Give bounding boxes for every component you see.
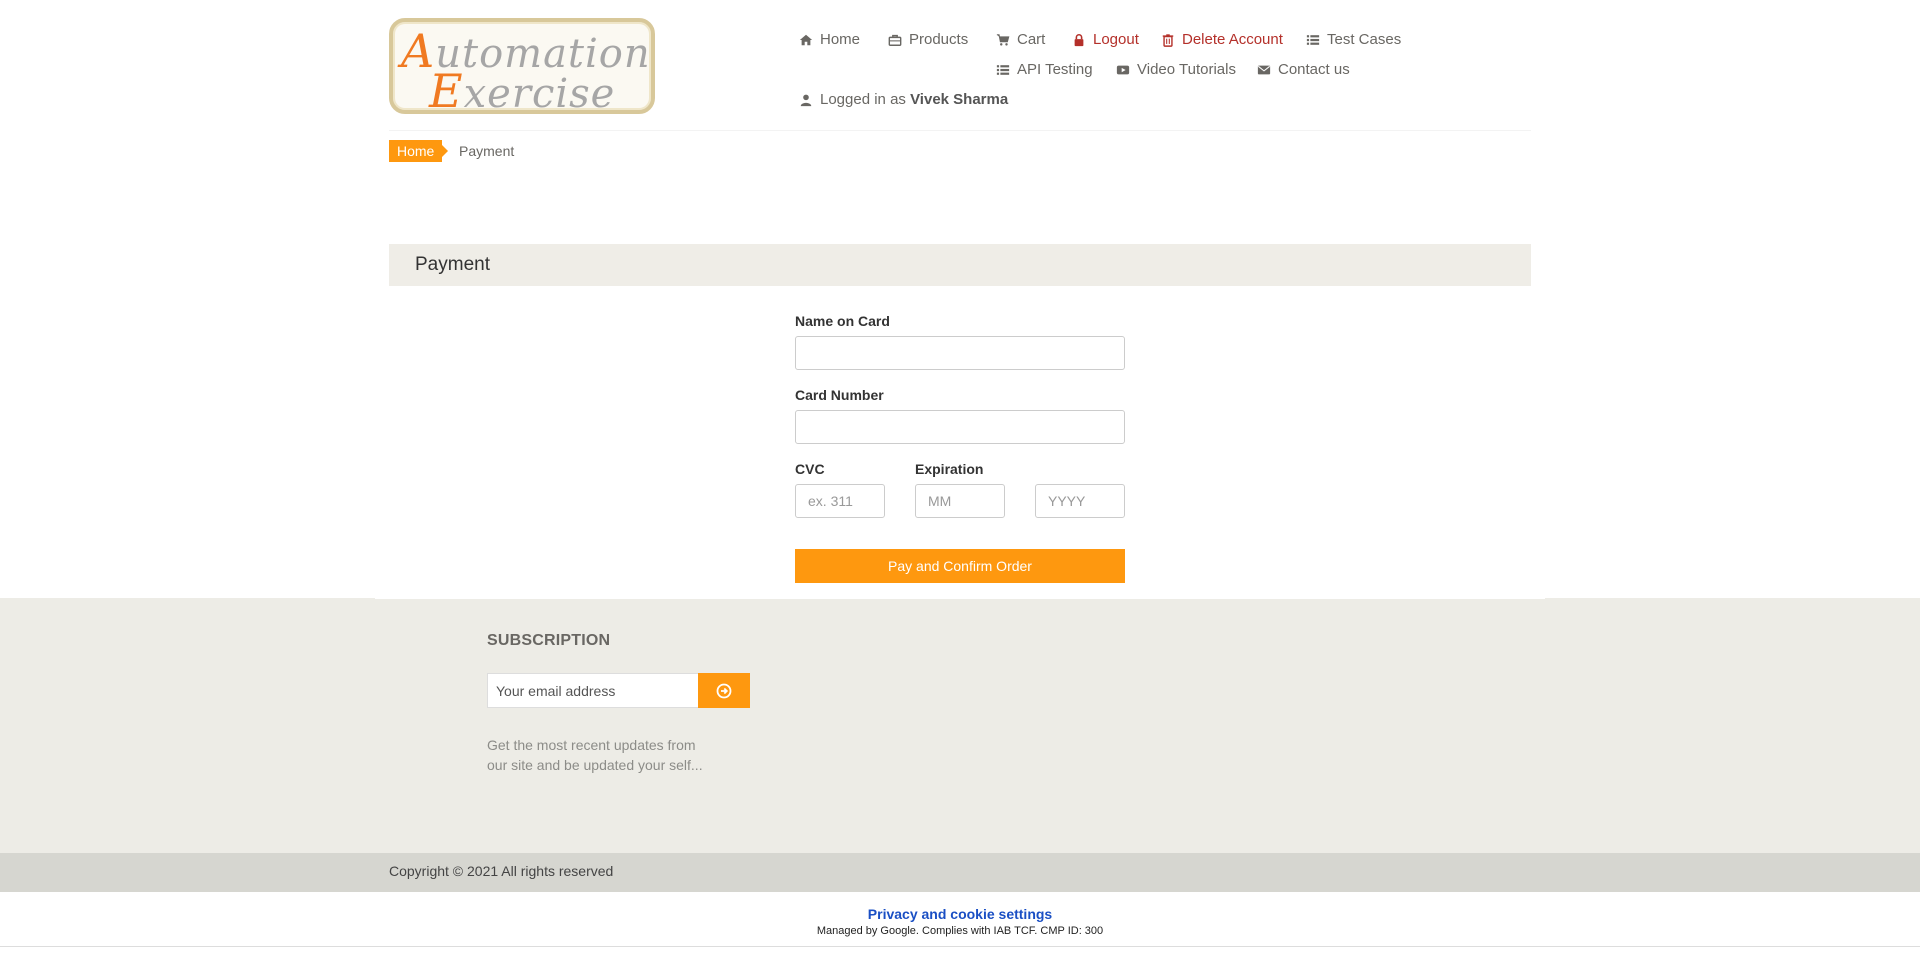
privacy-settings-link[interactable]: Privacy and cookie settings (0, 906, 1920, 922)
site-logo[interactable]: Automation Exercise (389, 18, 655, 118)
footer-bottom-bar: Copyright © 2021 All rights reserved (0, 853, 1920, 892)
subscription-description: Get the most recent updates from our sit… (487, 737, 703, 773)
nav-test-cases-link[interactable]: Test Cases (1306, 31, 1401, 48)
envelope-icon (1257, 65, 1271, 74)
cvc-label: CVC (795, 461, 825, 477)
logged-in-username: Vivek Sharma (910, 91, 1009, 108)
page-title: Payment (415, 254, 490, 275)
pay-and-confirm-button[interactable]: Pay and Confirm Order (795, 549, 1125, 583)
name-on-card-input[interactable] (795, 336, 1125, 370)
logged-in-label: Logged in as (820, 91, 906, 108)
nav-delete-account-link[interactable]: Delete Account (1161, 31, 1283, 48)
lock-icon (1074, 33, 1084, 46)
expiration-label: Expiration (915, 461, 984, 477)
copyright-text: Copyright © 2021 All rights reserved (389, 863, 614, 879)
footer-widget-area (0, 598, 1920, 853)
breadcrumb-home-link[interactable]: Home (389, 140, 449, 162)
home-icon (799, 34, 813, 45)
nav-cart-link[interactable]: Cart (996, 31, 1045, 48)
arrow-circle-right-icon (716, 683, 732, 698)
subscription-title: SUBSCRIPTION (487, 632, 611, 649)
nav-logout-link[interactable]: Logout (1072, 31, 1139, 48)
subscribe-email-input[interactable] (487, 673, 699, 708)
name-on-card-label: Name on Card (795, 313, 890, 329)
payment-heading-bar: Payment (389, 244, 1531, 286)
expiry-month-input[interactable] (915, 484, 1005, 518)
video-play-icon (1116, 65, 1130, 74)
list-icon (1306, 34, 1320, 45)
nav-products-link[interactable]: Products (888, 31, 968, 48)
header-divider (389, 130, 1531, 131)
nav-home-link[interactable]: Home (799, 31, 860, 48)
nav-video-tutorials-link[interactable]: Video Tutorials (1116, 61, 1236, 78)
trash-icon (1162, 33, 1174, 47)
expiry-year-input[interactable] (1035, 484, 1125, 518)
logged-in-status: Logged in as Vivek Sharma (799, 91, 1008, 108)
subscribe-button[interactable] (698, 673, 750, 708)
breadcrumb-current: Payment (459, 143, 515, 159)
list-icon (996, 64, 1010, 75)
footer-top-divider (375, 598, 1545, 599)
consent-bar: Privacy and cookie settings Managed by G… (0, 892, 1920, 947)
logo-line-2: Exercise (429, 64, 616, 118)
cvc-input[interactable] (795, 484, 885, 518)
briefcase-icon (888, 34, 902, 46)
consent-note: Managed by Google. Complies with IAB TCF… (816, 925, 1104, 937)
cart-icon (996, 33, 1010, 46)
card-number-input[interactable] (795, 410, 1125, 444)
card-number-label: Card Number (795, 387, 884, 403)
nav-contact-us-link[interactable]: Contact us (1257, 61, 1350, 78)
user-icon (800, 94, 812, 106)
nav-api-testing-link[interactable]: API Testing (996, 61, 1093, 78)
